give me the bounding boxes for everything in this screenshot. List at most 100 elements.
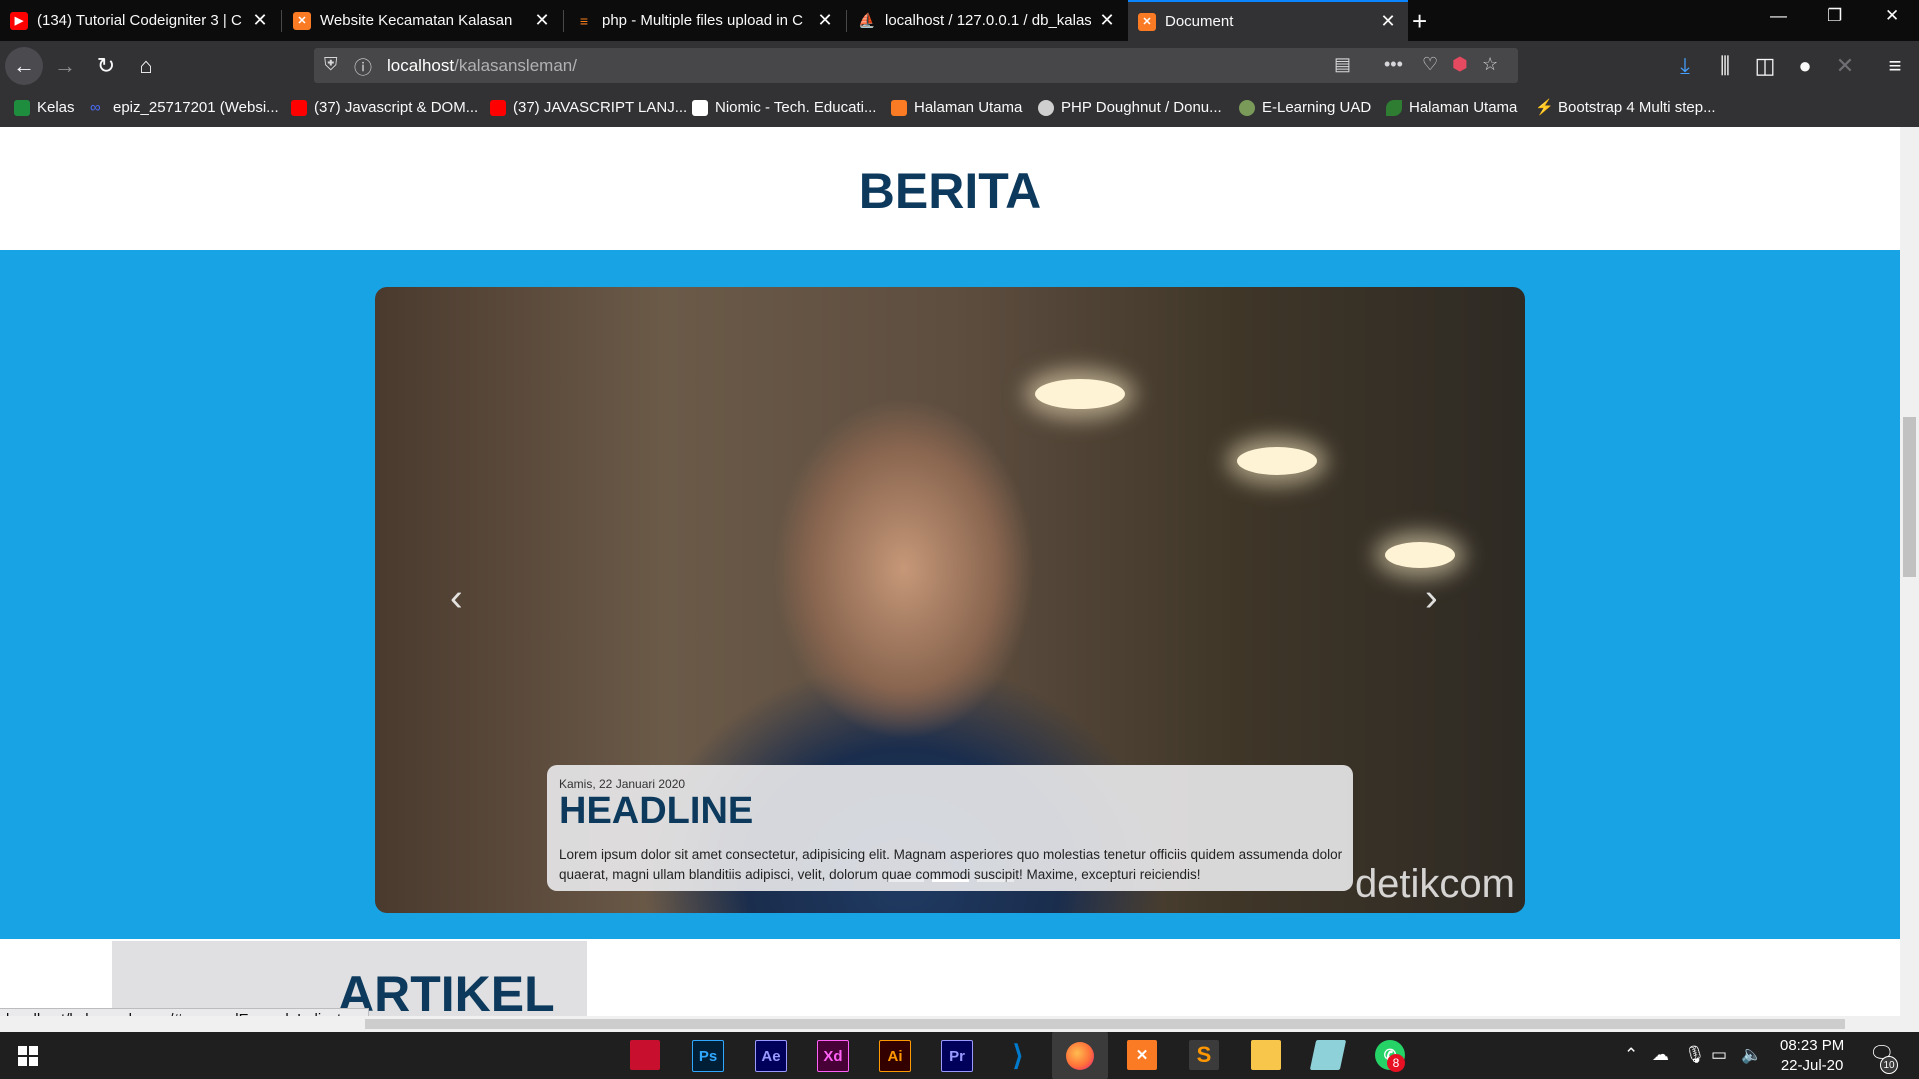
bookmark-label: PHP Doughnut / Donu...: [1061, 99, 1222, 116]
ceiling-light: [1035, 379, 1125, 409]
carousel-indicator[interactable]: [887, 879, 924, 882]
red-app-icon[interactable]: [630, 1040, 660, 1070]
more-actions-icon[interactable]: •••: [1384, 54, 1403, 75]
xd-icon[interactable]: Xd: [817, 1040, 849, 1072]
illustrator-icon[interactable]: Ai: [879, 1040, 911, 1072]
section-heading-berita: BERITA: [858, 163, 1042, 219]
download-icon[interactable]: ⤓: [1672, 49, 1698, 83]
url-host: localhost: [387, 56, 455, 75]
clock-time: 08:23 PM: [1780, 1037, 1845, 1054]
news-carousel[interactable]: ‹ › detikcom Kamis, 22 Januari 2020 HEAD…: [375, 287, 1525, 913]
tab-title: php - Multiple files upload in C: [602, 12, 803, 29]
premiere-icon[interactable]: Pr: [941, 1040, 973, 1072]
sublime-icon[interactable]: S: [1189, 1040, 1219, 1070]
carousel-indicator-active[interactable]: [932, 879, 969, 882]
arrow-left-icon: ←: [13, 53, 35, 78]
bookmark-epiz[interactable]: ∞ epiz_25717201 (Websi...: [90, 99, 279, 116]
windows-logo-icon: [29, 1046, 38, 1055]
close-icon[interactable]: ✕: [250, 10, 270, 31]
tab-divider: [281, 10, 282, 32]
url-text[interactable]: localhost/kalasansleman/: [387, 56, 577, 76]
tab-stackoverflow[interactable]: ≡ php - Multiple files upload in C ✕: [565, 0, 845, 41]
bookmark-kelas[interactable]: Kelas: [14, 99, 75, 116]
menu-icon[interactable]: ≡: [1882, 49, 1908, 83]
extension-icon[interactable]: ⬢: [1452, 54, 1468, 75]
tab-document[interactable]: ✕ Document ✕: [1128, 0, 1408, 41]
after-effects-icon[interactable]: Ae: [755, 1040, 787, 1072]
bookmark-php-doughnut[interactable]: PHP Doughnut / Donu...: [1038, 99, 1222, 116]
chevron-left-icon: ‹: [450, 577, 463, 619]
close-icon[interactable]: ✕: [815, 10, 835, 31]
back-button[interactable]: ←: [5, 47, 43, 85]
xampp-icon[interactable]: ✕: [1127, 1040, 1157, 1070]
vertical-scroll-thumb[interactable]: [1903, 417, 1916, 577]
tab-website-kecamatan[interactable]: ✕ Website Kecamatan Kalasan ✕: [283, 0, 562, 41]
bookmark-javascript-dom[interactable]: (37) Javascript & DOM...: [291, 99, 478, 116]
battery-icon[interactable]: ▭: [1711, 1045, 1727, 1065]
tab-bar: ▶ (134) Tutorial Codeigniter 3 | C ✕ ✕ W…: [0, 0, 1919, 41]
forward-button[interactable]: →: [52, 47, 78, 85]
microphone-icon[interactable]: 🎙: [1684, 1045, 1706, 1065]
vertical-scrollbar[interactable]: [1900, 127, 1919, 1016]
bookmark-niomic[interactable]: Niomic - Tech. Educati...: [692, 99, 876, 116]
shield-icon[interactable]: ⛨: [324, 54, 338, 75]
bookmark-javascript-lanjutan[interactable]: (37) JAVASCRIPT LANJ...: [490, 99, 687, 116]
horizontal-scroll-thumb[interactable]: [365, 1019, 1845, 1029]
news-headline: HEADLINE: [559, 790, 754, 832]
cloud-icon[interactable]: ☁: [1652, 1045, 1669, 1065]
horizontal-scrollbar[interactable]: [0, 1016, 1900, 1032]
carousel-indicator[interactable]: [977, 879, 1014, 882]
stackoverflow-icon: ≡: [575, 11, 593, 30]
reader-view-icon[interactable]: ▤: [1334, 54, 1351, 75]
firefox-taskbar-button[interactable]: [1052, 1032, 1108, 1079]
bookmark-label: epiz_25717201 (Websi...: [113, 99, 279, 116]
tab-youtube-tutorial[interactable]: ▶ (134) Tutorial Codeigniter 3 | C ✕: [0, 0, 280, 41]
xampp-icon: ✕: [1138, 12, 1156, 31]
bookmark-label: (37) JAVASCRIPT LANJ...: [513, 99, 688, 116]
restore-button[interactable]: ❐: [1827, 6, 1842, 26]
tab-phpmyadmin[interactable]: ⛵ localhost / 127.0.0.1 / db_kalas ✕: [848, 0, 1127, 41]
windows-start-button[interactable]: [18, 1046, 38, 1066]
infinity-icon: ∞: [90, 98, 101, 116]
chevron-up-icon[interactable]: ⌃: [1624, 1045, 1638, 1065]
close-icon[interactable]: ✕: [1097, 10, 1117, 31]
carousel-indicators: [887, 879, 1014, 882]
bookmark-halaman-utama-2[interactable]: Halaman Utama: [1386, 99, 1517, 116]
bookmark-star-icon[interactable]: ☆: [1482, 54, 1498, 75]
photoshop-icon[interactable]: Ps: [692, 1040, 724, 1072]
library-icon[interactable]: ⫼: [1712, 49, 1738, 83]
phpmyadmin-icon: ⛵: [858, 11, 876, 30]
sidebar-icon[interactable]: ◫: [1752, 49, 1778, 83]
url-bar[interactable]: ⛨ ⓘ localhost/kalasansleman/ ▤ ••• ♡ ⬢ ☆: [314, 48, 1518, 83]
info-icon[interactable]: ⓘ: [354, 54, 372, 80]
bookmark-label: Halaman Utama: [1409, 99, 1518, 116]
niomic-icon: [692, 99, 708, 116]
image-watermark: detikcom: [1354, 862, 1515, 906]
vscode-icon[interactable]: ⟩: [1003, 1040, 1033, 1071]
tab-title: localhost / 127.0.0.1 / db_kalas: [885, 12, 1091, 29]
reload-button[interactable]: ↻: [93, 47, 119, 85]
xampp-icon: [891, 99, 907, 116]
close-icon[interactable]: ✕: [532, 10, 552, 31]
close-window-button[interactable]: ✕: [1885, 6, 1899, 26]
ceiling-light: [1237, 447, 1317, 475]
bookmark-elearning-uad[interactable]: E-Learning UAD: [1239, 99, 1371, 116]
windows-logo-icon: [18, 1057, 27, 1066]
minimize-button[interactable]: —: [1770, 6, 1787, 26]
bookmark-halaman-utama[interactable]: Halaman Utama: [891, 99, 1022, 116]
volume-icon[interactable]: 🔈: [1741, 1045, 1762, 1065]
account-icon[interactable]: ●: [1792, 49, 1818, 83]
close-icon[interactable]: ✕: [1378, 11, 1398, 32]
carousel-prev-button[interactable]: ‹: [450, 577, 463, 620]
clock[interactable]: 08:23 PM 22-Jul-20: [1780, 1036, 1844, 1076]
youtube-icon: ▶: [10, 11, 28, 30]
extension-x-icon[interactable]: ✕: [1832, 49, 1858, 83]
home-button[interactable]: ⌂: [133, 47, 159, 85]
file-explorer-icon[interactable]: [1251, 1040, 1281, 1070]
new-tab-button[interactable]: +: [1412, 6, 1427, 37]
bookmark-bootstrap[interactable]: ⚡ Bootstrap 4 Multi step...: [1535, 99, 1716, 116]
pocket-icon[interactable]: ♡: [1422, 54, 1438, 75]
tab-title: Website Kecamatan Kalasan: [320, 12, 513, 29]
notes-icon[interactable]: [1309, 1040, 1347, 1070]
carousel-next-button[interactable]: ›: [1425, 577, 1438, 620]
